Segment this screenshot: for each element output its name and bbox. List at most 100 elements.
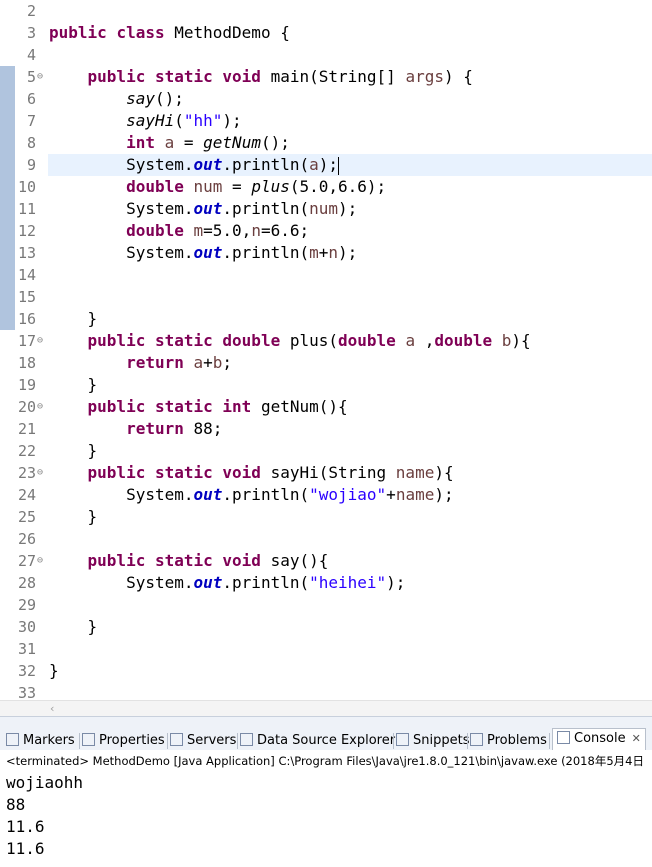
horizontal-scrollbar[interactable]: ‹ xyxy=(0,700,652,717)
keyword-token: public xyxy=(49,23,107,42)
code-token: (); xyxy=(154,89,184,108)
close-icon[interactable]: ✕ xyxy=(632,732,641,745)
code-token: .println( xyxy=(222,573,310,592)
fold-toggle-icon[interactable]: ⊖ xyxy=(37,330,43,352)
line-number: 29 xyxy=(17,596,36,614)
code-line[interactable]: say(); xyxy=(49,88,184,110)
tab-label: Snippets xyxy=(413,733,470,748)
console-output[interactable]: wojiaohh 88 11.6 11.6 xyxy=(0,772,652,867)
line-number: 21 xyxy=(17,420,36,438)
code-line[interactable]: double num = plus(5.0,6.6); xyxy=(49,176,386,198)
tab-label: Servers xyxy=(187,733,237,748)
tab-console[interactable]: Console ✕ xyxy=(552,728,646,752)
code-token: getNum xyxy=(203,133,261,152)
fold-toggle-icon[interactable]: ⊖ xyxy=(37,462,43,484)
code-token: say xyxy=(126,89,155,108)
code-token: ; xyxy=(222,353,233,372)
keyword-token: static xyxy=(154,397,213,416)
code-token: name xyxy=(395,485,435,504)
line-number: 20 xyxy=(17,398,36,416)
code-line[interactable]: return a+b; xyxy=(49,352,232,374)
line-number: 13 xyxy=(17,244,36,262)
code-line[interactable]: System.out.println("heihei"); xyxy=(49,572,405,594)
code-line[interactable]: public class MethodDemo { xyxy=(49,22,290,44)
tab-data-source-explorer[interactable]: Data Source Explorer xyxy=(240,731,395,751)
code-line[interactable]: System.out.println(num); xyxy=(49,198,357,220)
tab-properties[interactable]: Properties xyxy=(82,731,165,751)
fold-toggle-icon[interactable]: ⊖ xyxy=(37,396,43,418)
code-line[interactable]: System.out.println(a); xyxy=(49,154,340,176)
code-line[interactable]: } xyxy=(49,506,98,528)
code-token: } xyxy=(49,375,98,394)
code-token: } xyxy=(49,617,98,636)
keyword-token: static xyxy=(154,463,213,482)
code-line[interactable]: public static int getNum(){ xyxy=(49,396,348,418)
code-line[interactable]: System.out.println("wojiao"+name); xyxy=(49,484,454,506)
line-number: 30 xyxy=(17,618,36,636)
code-editor[interactable]: 2 3 public class MethodDemo {4 5 ⊖ public st… xyxy=(0,0,652,700)
line-number: 10 xyxy=(17,178,36,196)
tab-snippets[interactable]: Snippets xyxy=(396,731,469,751)
code-token: ) { xyxy=(443,67,473,86)
code-line[interactable]: public static double plus(double a ,doub… xyxy=(49,330,531,352)
code-line[interactable]: sayHi("hh"); xyxy=(49,110,242,132)
line-number: 6 xyxy=(26,90,36,108)
code-token: ){ xyxy=(434,463,454,482)
code-token: sayHi xyxy=(126,111,175,130)
code-token: plus( xyxy=(280,331,338,350)
tab-problems[interactable]: Problems xyxy=(470,731,547,751)
fold-toggle-icon[interactable]: ⊖ xyxy=(37,66,43,88)
code-token: } xyxy=(49,441,98,460)
view-tab-bar: Markers Properties Servers Data Source Expl… xyxy=(0,716,652,752)
tab-servers[interactable]: Servers xyxy=(170,731,236,751)
code-line[interactable]: } xyxy=(49,374,98,396)
code-line[interactable]: } xyxy=(49,660,59,682)
line-number: 9 xyxy=(26,156,36,174)
tab-separator xyxy=(79,733,80,749)
code-token: 88; xyxy=(183,419,223,438)
line-number: 27 xyxy=(17,552,36,570)
code-line[interactable]: return 88; xyxy=(49,418,222,440)
code-line[interactable]: } xyxy=(49,616,98,638)
code-token: a xyxy=(164,133,175,152)
code-line[interactable]: int a = getNum(); xyxy=(49,132,290,154)
code-token: + xyxy=(386,485,396,504)
tab-separator xyxy=(393,733,394,749)
tab-markers[interactable]: Markers xyxy=(6,731,75,751)
line-number: 14 xyxy=(17,266,36,284)
code-token: System. xyxy=(49,573,194,592)
code-line[interactable]: System.out.println(m+n); xyxy=(49,242,357,264)
line-number: 26 xyxy=(17,530,36,548)
code-token: m xyxy=(309,243,319,262)
code-token: out xyxy=(193,243,223,262)
code-line[interactable]: public static void say(){ xyxy=(49,550,329,572)
line-number: 32 xyxy=(17,662,36,680)
code-line[interactable]: } xyxy=(49,440,98,462)
code-token: , xyxy=(415,331,435,350)
code-line[interactable]: } xyxy=(49,308,98,330)
code-token: System. xyxy=(49,243,194,262)
code-token: ); xyxy=(434,485,454,504)
code-line[interactable]: public static void main(String[] args) { xyxy=(49,66,473,88)
line-number: 2 xyxy=(26,2,36,20)
scroll-left-arrow-icon[interactable]: ‹ xyxy=(50,701,54,717)
code-line[interactable]: double m=5.0,n=6.6; xyxy=(49,220,309,242)
keyword-token: public xyxy=(87,67,146,86)
fold-toggle-icon[interactable]: ⊖ xyxy=(37,550,43,572)
code-line[interactable]: public static void sayHi(String name){ xyxy=(49,462,454,484)
code-token: out xyxy=(193,155,223,174)
code-token: a xyxy=(405,331,416,350)
code-token: ); xyxy=(338,199,358,218)
